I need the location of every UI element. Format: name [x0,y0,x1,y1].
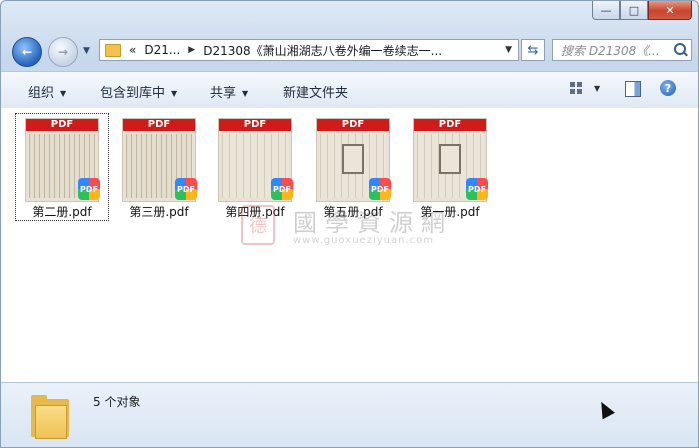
file-name[interactable]: 第二册.pdf [16,203,108,220]
pdf-app-icon: PDF [175,178,197,200]
help-icon[interactable]: ? [660,80,676,96]
command-bar: 组织 ▼ 包含到库中 ▼ 共享 ▼ 新建文件夹 ▼ ? [1,71,698,109]
caption-buttons: — □ ✕ [592,1,692,20]
forward-button[interactable]: → [48,37,78,67]
pdf-app-icon: PDF [78,178,100,200]
search-input[interactable]: 搜索 D21308《... [561,42,666,59]
pdf-banner: PDF [219,119,291,131]
pdf-banner: PDF [414,119,486,131]
view-options-dropdown[interactable]: ▼ [594,84,600,93]
pdf-app-icon: PDF [466,178,488,200]
address-dropdown-icon[interactable]: ▼ [505,45,512,55]
close-button[interactable]: ✕ [648,1,692,20]
pdf-banner: PDF [123,119,195,131]
seal-logo-icon: 德 [241,205,275,245]
arrow-left-icon: ← [21,45,33,59]
item-count: 5 个对象 [93,395,141,409]
search-box[interactable]: 搜索 D21308《... [552,39,692,61]
back-button[interactable]: ← [12,37,42,67]
include-in-library-button[interactable]: 包含到库中 ▼ [100,82,177,101]
change-view-icon[interactable] [570,82,582,94]
explorer-window: — □ ✕ ← → ▼ « D21... ▶ D21308《萧山湘湖志八卷外编一… [0,0,699,448]
pdf-banner: PDF [26,119,98,131]
minimize-button[interactable]: — [592,1,620,20]
organize-button[interactable]: 组织 ▼ [28,82,66,101]
address-overflow[interactable]: « [129,43,136,57]
pdf-app-icon: PDF [369,178,391,200]
breadcrumb-segment-2[interactable]: D21308《萧山湘湖志八卷外编一卷续志一... [203,42,442,59]
arrow-right-icon: → [57,45,69,59]
file-list[interactable]: PDF PDF 第二册.pdf PDF PDF 第三册.pdf PDF PDF … [1,108,698,382]
refresh-icon: ⇆ [527,42,539,58]
organize-label: 组织 [28,86,55,101]
refresh-button[interactable]: ⇆ [521,39,545,61]
breadcrumb-chevron-icon[interactable]: ▶ [188,45,195,55]
address-bar[interactable]: « D21... ▶ D21308《萧山湘湖志八卷外编一卷续志一... ▼ [99,39,519,61]
file-item[interactable]: PDF PDF 第三册.pdf [112,113,206,221]
maximize-button[interactable]: □ [620,1,648,20]
preview-pane-icon[interactable] [625,81,641,97]
file-item[interactable]: PDF PDF 第二册.pdf [15,113,109,221]
file-name[interactable]: 第三册.pdf [113,203,205,220]
watermark-title: 國學資源網 [293,209,453,237]
site-watermark: 德 國學資源網 www.guoxueziyuan.com [241,203,471,253]
include-in-library-label: 包含到库中 [100,86,166,101]
details-pane: 5 个对象 [1,382,698,447]
watermark-url: www.guoxueziyuan.com [293,235,434,246]
chevron-down-icon: ▼ [242,89,249,98]
folder-icon [31,393,69,439]
recent-pages-dropdown[interactable]: ▼ [83,46,90,56]
new-folder-button[interactable]: 新建文件夹 [283,82,348,101]
chevron-down-icon: ▼ [171,89,178,98]
share-button[interactable]: 共享 ▼ [210,82,248,101]
breadcrumb-segment-1[interactable]: D21... [144,43,180,57]
pdf-banner: PDF [317,119,389,131]
pdf-app-icon: PDF [271,178,293,200]
search-icon[interactable] [674,43,686,55]
folder-icon [105,43,121,57]
share-label: 共享 [210,86,237,101]
chevron-down-icon: ▼ [60,89,67,98]
